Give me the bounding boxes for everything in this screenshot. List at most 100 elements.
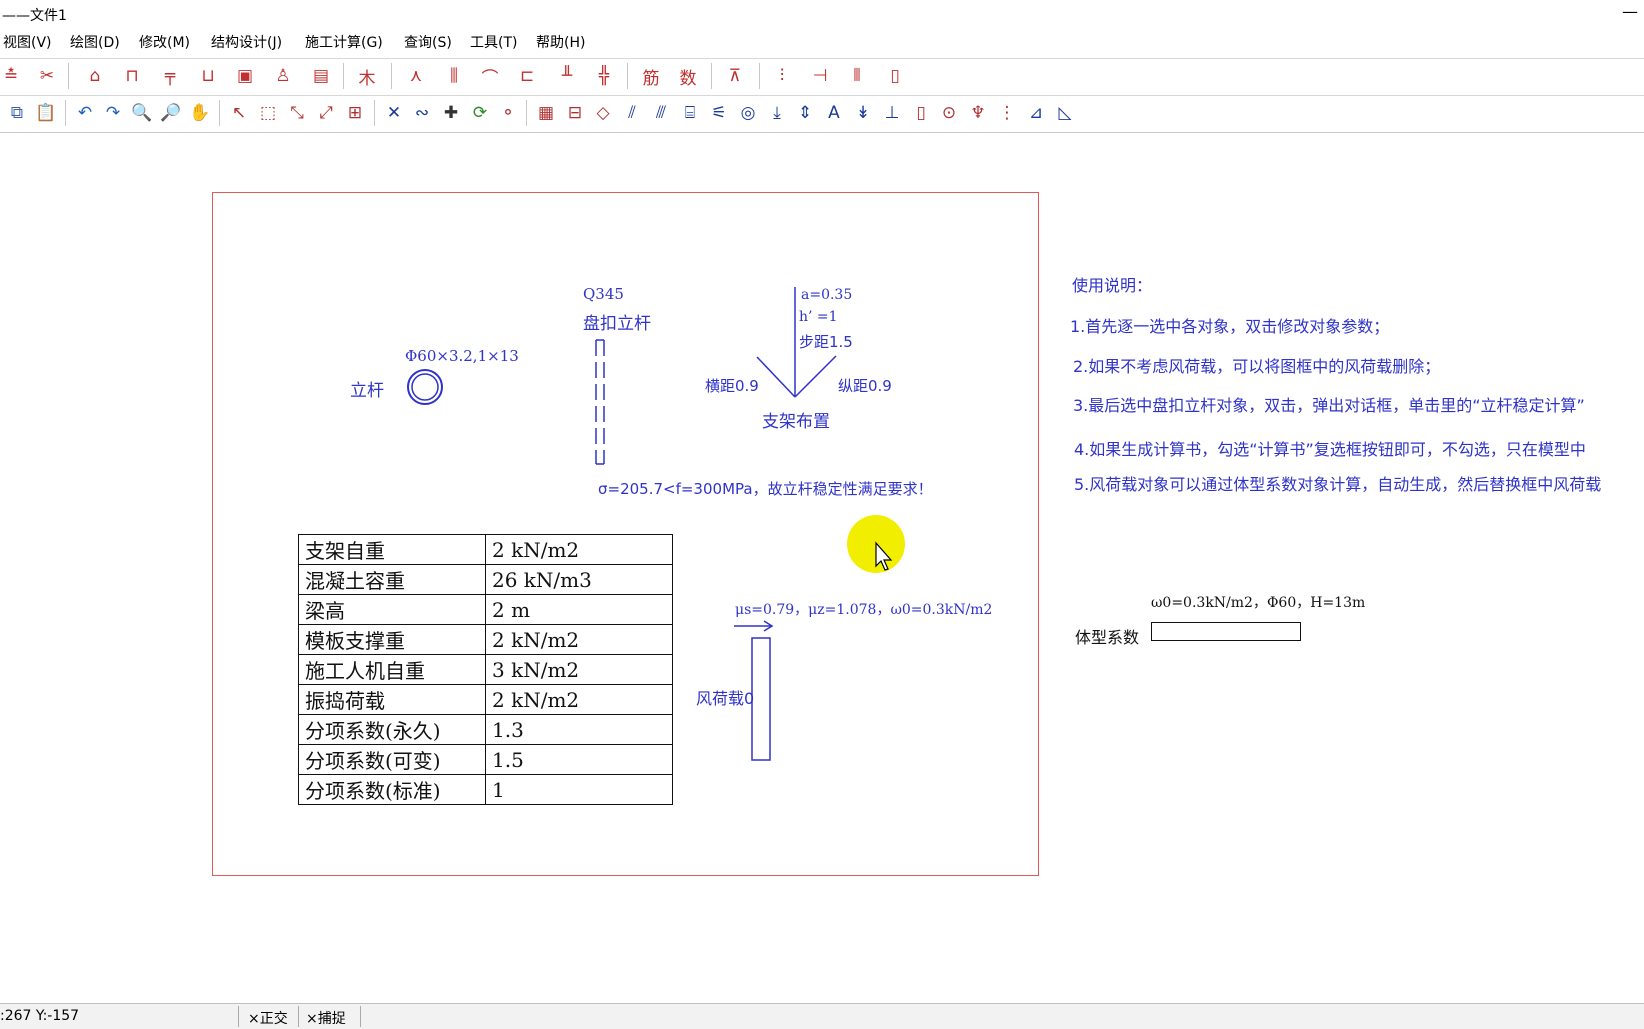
wind-icon[interactable]: ⚟: [708, 102, 730, 124]
table-icon[interactable]: ⊟: [564, 102, 586, 124]
frame-b-icon[interactable]: ⊓: [121, 65, 143, 87]
step-value: 步距1.5: [799, 333, 853, 351]
circle-target-icon[interactable]: ◎: [737, 102, 759, 124]
box-icon[interactable]: ▣: [234, 65, 256, 87]
menu-query[interactable]: 查询(S): [404, 32, 452, 52]
node-icon[interactable]: ⚬: [497, 102, 519, 124]
dot-circle-icon[interactable]: ⊙: [938, 102, 960, 124]
post-icon[interactable]: ╨: [556, 65, 578, 87]
frame-a-icon[interactable]: ⌂: [84, 65, 106, 87]
diamond-icon[interactable]: ◇: [592, 102, 614, 124]
window-title: ——文件1: [2, 8, 67, 24]
frame-c-icon[interactable]: ⊔: [197, 65, 219, 87]
text-a-icon[interactable]: A: [823, 102, 845, 124]
zoom-out-icon[interactable]: 🔍: [131, 102, 153, 124]
parameters-table[interactable]: 支架自重 2 kN/m2 混凝土容重 26 kN/m3 梁高 2 m 模板支撑重 2 k…: [298, 534, 673, 805]
scale-icon[interactable]: ⤡: [286, 102, 308, 124]
h-value: h’ =1: [799, 309, 838, 325]
table-row: 分项系数(标准) 1: [298, 774, 673, 805]
number-icon[interactable]: 数: [677, 65, 699, 89]
lift-icon[interactable]: ♙: [272, 65, 294, 87]
wood-icon[interactable]: 木: [356, 65, 378, 89]
table-row: 支架自重 2 kN/m2: [298, 534, 673, 565]
steel-grade: Q345: [583, 285, 624, 303]
stair-icon[interactable]: ⌸: [679, 102, 701, 124]
comb-icon[interactable]: ⊥: [881, 102, 903, 124]
column-icon[interactable]: ⫼: [443, 65, 465, 87]
instruction-item: 2.如果不考虑风荷载，可以将图框中的风荷载删除；: [1073, 357, 1441, 376]
arch-icon[interactable]: ⌒: [479, 65, 501, 89]
snap-toggle[interactable]: ×捕捉: [306, 1008, 346, 1028]
triangle-icon[interactable]: ◺: [1054, 102, 1076, 124]
menu-bar: 视图(V) 绘图(D) 修改(M) 结构设计(J) 施工计算(G) 查询(S) …: [0, 29, 1644, 53]
shape-coef-params: ω0=0.3kN/m2，Φ60，H=13m: [1151, 595, 1366, 611]
scale-cross-icon[interactable]: ⤢: [315, 102, 337, 124]
double-arrow-icon[interactable]: ⇕: [794, 102, 816, 124]
ortho-toggle[interactable]: ×正交: [248, 1008, 288, 1028]
bottle-icon[interactable]: ▯: [884, 65, 906, 87]
menu-tools[interactable]: 工具(T): [470, 32, 517, 52]
shape-coef-label: 体型系数: [1075, 628, 1140, 647]
steel-beam-icon[interactable]: ≛: [0, 65, 22, 87]
minimize-button[interactable]: —: [1622, 2, 1638, 21]
symbol-icon[interactable]: ♆: [967, 102, 989, 124]
wind-load-label: 风荷载0: [696, 689, 755, 708]
hatch-icon[interactable]: ⫽: [621, 102, 643, 124]
pan-hand-icon[interactable]: ✋: [189, 102, 211, 124]
tripod-icon[interactable]: ⋏: [405, 65, 427, 87]
tube-icon[interactable]: ▯: [910, 102, 932, 124]
link-icon[interactable]: ∾: [411, 102, 433, 124]
toolbar-structure: ≛ ✂ ⌂ ⊓ ╤ ⊔ ▣ ♙ ▤ 木 ⋏ ⫼ ⌒ ⊏ ╨ ╬ 筋 数 ⊼ ⫶ …: [0, 58, 1644, 93]
shape-coef-field[interactable]: [1151, 622, 1301, 641]
title-bar: ——文件1 —: [0, 0, 1644, 26]
table-row: 分项系数(永久) 1.3: [298, 714, 673, 745]
menu-help[interactable]: 帮助(H): [536, 32, 585, 52]
arrow-down2-icon[interactable]: ↡: [852, 102, 874, 124]
panbuckle-pole-symbol[interactable]: [592, 338, 612, 468]
table-row: 分项系数(可变) 1.5: [298, 744, 673, 775]
panbuckle-label: 盘扣立杆: [583, 314, 651, 334]
hatch2-icon[interactable]: ⫻: [650, 102, 672, 124]
redo-icon[interactable]: ↷: [102, 102, 124, 124]
pole-spec: Φ60×3.2,1×13: [405, 347, 519, 365]
copy-icon[interactable]: ⧉: [6, 102, 28, 124]
a-value: a=0.35: [801, 287, 853, 303]
delete-icon[interactable]: ✕: [383, 102, 405, 124]
paste-icon[interactable]: 📋: [35, 102, 57, 124]
block-icon[interactable]: ⊞: [344, 102, 366, 124]
support-icon[interactable]: ⊏: [516, 65, 538, 87]
pole-section-symbol[interactable]: [405, 367, 445, 407]
arrow-down-icon[interactable]: ⤓: [766, 102, 788, 124]
crane-icon[interactable]: ⊼: [724, 65, 746, 87]
bracket-icon[interactable]: ⊣: [809, 65, 831, 87]
refresh-icon[interactable]: ⟳: [469, 102, 491, 124]
support-layout-label: 支架布置: [762, 412, 830, 432]
zoom-in-icon[interactable]: 🔎: [160, 102, 182, 124]
ruler-icon[interactable]: ⋮: [996, 102, 1018, 124]
menu-structure-design[interactable]: 结构设计(J): [211, 32, 282, 52]
grid-icon[interactable]: ⦀: [846, 65, 868, 87]
select-window-icon[interactable]: ⬚: [257, 102, 279, 124]
beam-tee-icon[interactable]: ╤: [159, 65, 181, 87]
menu-draw[interactable]: 绘图(D): [70, 32, 120, 52]
menu-construction-calc[interactable]: 施工计算(G): [305, 32, 383, 52]
select-arrow-icon[interactable]: ↖: [228, 102, 250, 124]
cut-icon[interactable]: ✂: [36, 65, 58, 87]
table-row: 梁高 2 m: [298, 594, 673, 625]
status-bar: :267 Y:-157 ×正交 ×捕捉: [0, 1003, 1644, 1029]
menu-view[interactable]: 视图(V): [3, 32, 52, 52]
undo-icon[interactable]: ↶: [74, 102, 96, 124]
instruction-item: 3.最后选中盘扣立杆对象，双击，弹出对话框，单击里的“立杆稳定计算”: [1073, 396, 1585, 415]
table-grid-icon[interactable]: ▦: [535, 102, 557, 124]
stability-result: σ=205.7<f=300MPa，故立杆稳定性满足要求！: [598, 480, 933, 498]
add-icon[interactable]: ✚: [440, 102, 462, 124]
pole-icon[interactable]: ⫶: [771, 65, 793, 87]
instruction-item: 5.风荷载对象可以通过体型系数对象计算，自动生成，然后替换框中风荷载: [1074, 475, 1602, 494]
horizontal-spacing: 横距0.9: [705, 377, 759, 395]
table-row: 模板支撑重 2 kN/m2: [298, 624, 673, 655]
scaffold-icon[interactable]: ╬: [593, 65, 615, 87]
angle-icon[interactable]: ⊿: [1025, 102, 1047, 124]
rebar-icon[interactable]: 筋: [640, 65, 662, 89]
wall-icon[interactable]: ▤: [310, 65, 332, 87]
menu-modify[interactable]: 修改(M): [139, 32, 190, 52]
